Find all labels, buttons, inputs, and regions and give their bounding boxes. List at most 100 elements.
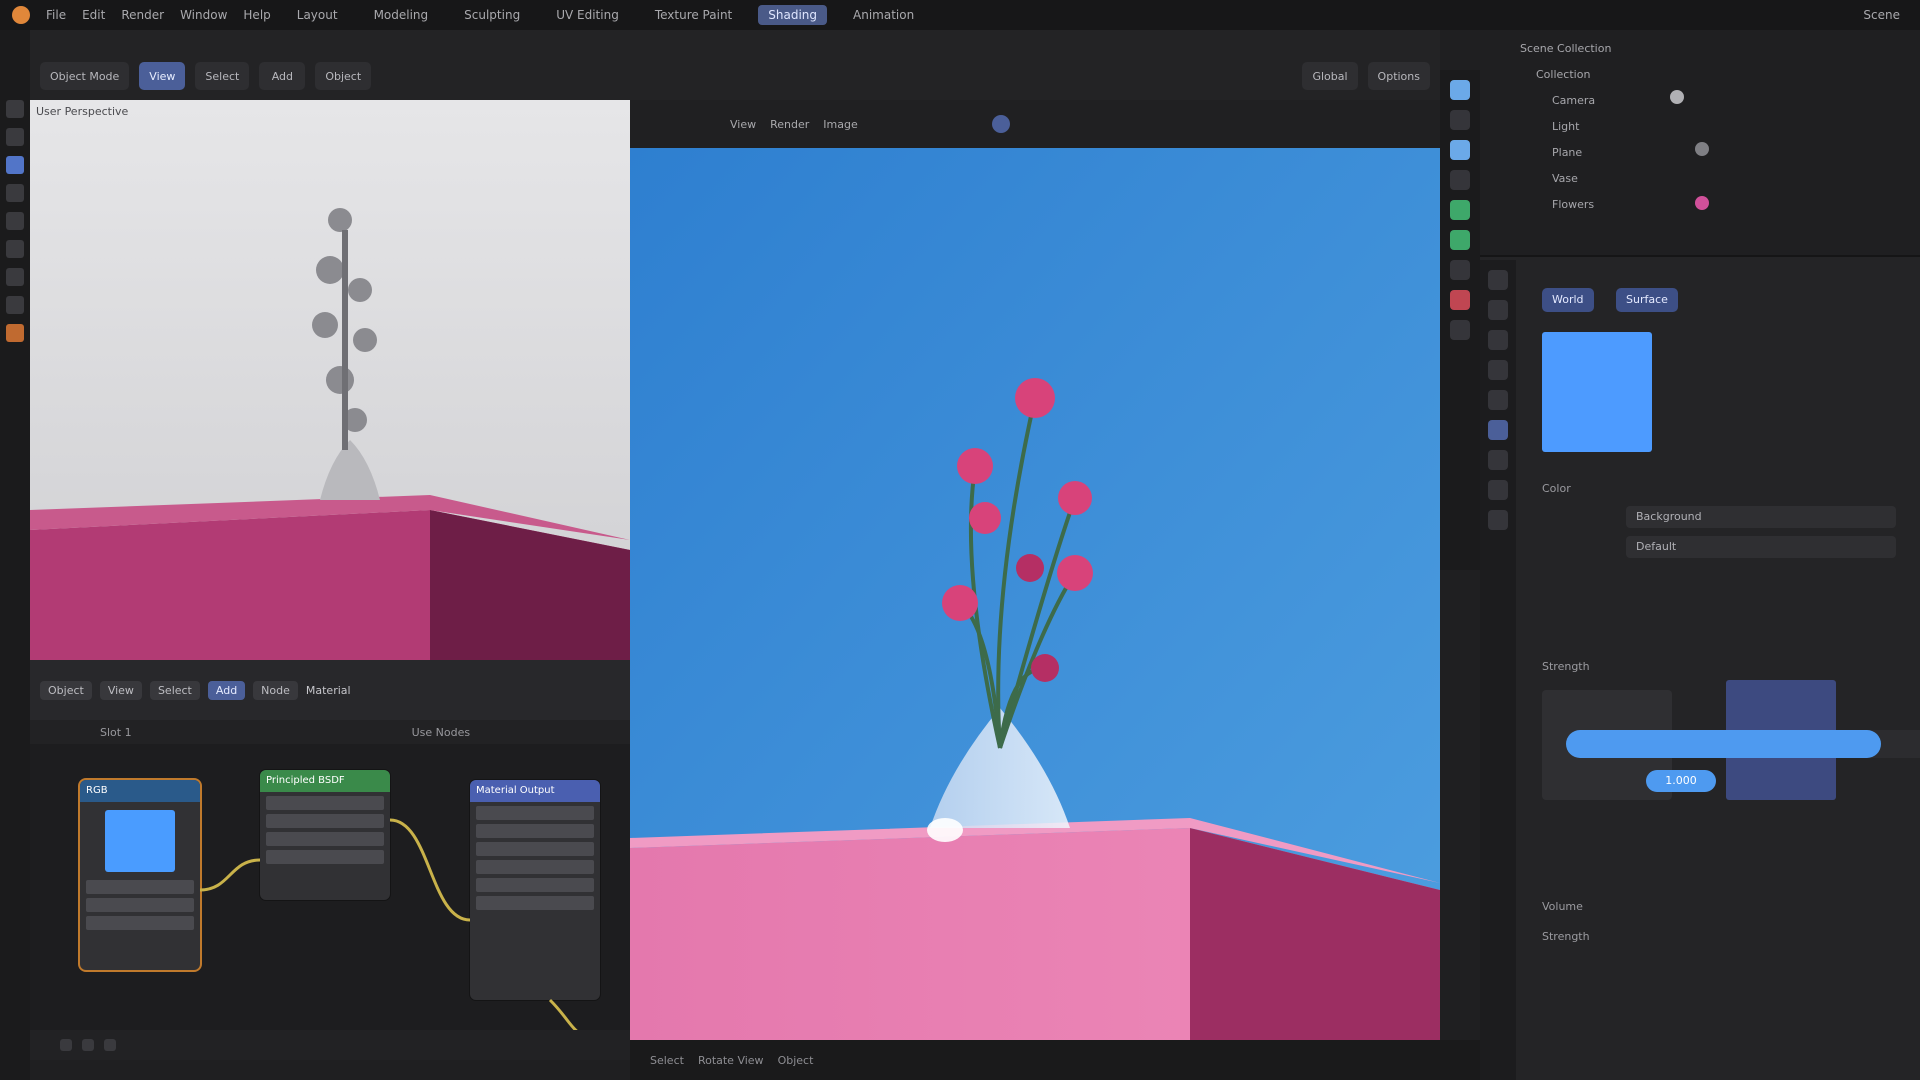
visibility-eye-icon[interactable]: [1670, 90, 1684, 104]
output-tab-icon[interactable]: [1488, 330, 1508, 350]
world-color-swatch[interactable]: [1542, 332, 1652, 452]
menu-help[interactable]: Help: [243, 8, 270, 22]
node-editor-subheader: Slot 1 Use Nodes: [30, 720, 630, 744]
measure-tool-icon[interactable]: [6, 296, 24, 314]
solid-viewport[interactable]: User Perspective: [30, 100, 630, 660]
node-editor[interactable]: Object View Select Add Node Material Slo…: [30, 660, 630, 1060]
add-cube-tool-icon[interactable]: [6, 324, 24, 342]
surface-default-field[interactable]: Default: [1626, 536, 1896, 558]
ortho-toggle-icon[interactable]: [1450, 170, 1470, 190]
annotate-tool-icon[interactable]: [6, 268, 24, 286]
surface-chip[interactable]: Surface: [1616, 288, 1678, 312]
use-nodes-label[interactable]: Use Nodes: [412, 726, 471, 739]
pan-icon[interactable]: [1450, 110, 1470, 130]
gizmo-icon[interactable]: [1450, 230, 1470, 250]
viewport-side-strip: [1440, 70, 1480, 570]
world-datablock[interactable]: World: [1542, 288, 1594, 312]
world-tab-icon[interactable]: [1488, 420, 1508, 440]
node-bsdf-row: [266, 814, 384, 828]
node-menu-object[interactable]: Object: [40, 680, 92, 700]
transform-tool-icon[interactable]: [6, 240, 24, 258]
material-name[interactable]: Material: [306, 684, 351, 697]
slot-label[interactable]: Slot 1: [100, 726, 132, 739]
node-rgb[interactable]: RGB: [80, 780, 200, 970]
node-rgb-row: [86, 880, 194, 894]
options-button[interactable]: Options: [1367, 62, 1430, 90]
node-output-row: [476, 896, 594, 910]
menu-edit[interactable]: Edit: [82, 8, 105, 22]
mode-select-button[interactable]: Object Mode: [40, 62, 130, 90]
outliner-item[interactable]: Plane: [1552, 146, 1582, 164]
workspace-tab-animation[interactable]: Animation: [843, 5, 924, 25]
surface-type-field[interactable]: Background: [1626, 506, 1896, 528]
overlay-icon[interactable]: [1450, 200, 1470, 220]
strength-slider[interactable]: [1566, 730, 1920, 758]
material-dot-icon[interactable]: [1695, 196, 1709, 210]
move-tool-icon[interactable]: [6, 156, 24, 174]
outliner-item[interactable]: Camera: [1552, 94, 1595, 112]
add-menu-button[interactable]: Add: [259, 62, 306, 90]
navigation-gizmo-icon[interactable]: [991, 115, 1010, 133]
slider-label: Strength: [1542, 930, 1590, 943]
workspace-tab-layout[interactable]: Layout: [287, 5, 348, 25]
camera-view-icon[interactable]: [1450, 140, 1470, 160]
rotate-tool-icon[interactable]: [6, 184, 24, 202]
zoom-icon[interactable]: [1450, 80, 1470, 100]
tool-tab-icon[interactable]: [1488, 270, 1508, 290]
menu-render[interactable]: Render: [121, 8, 164, 22]
node-menu-select[interactable]: Select: [149, 680, 200, 700]
scene-selector[interactable]: Scene: [1863, 8, 1900, 22]
select-tool-icon[interactable]: [6, 100, 24, 118]
material-tab-icon[interactable]: [1488, 510, 1508, 530]
node-rgb-color-swatch[interactable]: [105, 810, 175, 872]
object-tab-icon[interactable]: [1488, 450, 1508, 470]
footer-icon[interactable]: [82, 1039, 94, 1051]
scene-tab-icon[interactable]: [1488, 390, 1508, 410]
menubar: File Edit Render Window Help Layout Mode…: [0, 0, 1920, 30]
workspace-tab-texture-paint[interactable]: Texture Paint: [645, 5, 742, 25]
menu-window[interactable]: Window: [180, 8, 227, 22]
workspace-tab-modeling[interactable]: Modeling: [364, 5, 439, 25]
workspace-tab-shading[interactable]: Shading: [758, 5, 827, 25]
app-logo-icon[interactable]: [12, 6, 30, 24]
workspace-tab-uv-editing[interactable]: UV Editing: [546, 5, 629, 25]
scale-tool-icon[interactable]: [6, 212, 24, 230]
render-viewport[interactable]: View Render Image: [630, 100, 1440, 1040]
modifier-tab-icon[interactable]: [1488, 480, 1508, 500]
outliner-item[interactable]: Scene Collection: [1520, 42, 1611, 60]
visibility-eye-icon[interactable]: [1695, 142, 1709, 156]
strength-slider-fill: [1566, 730, 1881, 758]
outliner-item[interactable]: Flowers: [1552, 198, 1594, 216]
outliner: Scene Collection Collection Camera Light…: [1480, 30, 1920, 257]
node-material-output[interactable]: Material Output: [470, 780, 600, 1000]
render-menu-view[interactable]: View: [730, 118, 756, 131]
menu-file[interactable]: File: [46, 8, 66, 22]
outliner-item[interactable]: Collection: [1536, 68, 1590, 86]
select-menu-button[interactable]: Select: [195, 62, 250, 90]
strength-value[interactable]: 1.000: [1646, 770, 1716, 792]
node-menu-view[interactable]: View: [99, 680, 142, 700]
footer-icon[interactable]: [104, 1039, 116, 1051]
shading-rendered-icon[interactable]: [1450, 290, 1470, 310]
render-menu-render[interactable]: Render: [770, 118, 809, 131]
node-menu-node[interactable]: Node: [253, 680, 298, 700]
render-tab-icon[interactable]: [1488, 300, 1508, 320]
xray-icon[interactable]: [1450, 320, 1470, 340]
view-menu-button[interactable]: View: [139, 62, 186, 90]
shading-solid-icon[interactable]: [1450, 260, 1470, 280]
workspace-tab-sculpting[interactable]: Sculpting: [454, 5, 530, 25]
cursor-tool-icon[interactable]: [6, 128, 24, 146]
transform-orientation-button[interactable]: Global: [1302, 62, 1358, 90]
properties-tabs: [1480, 260, 1516, 1080]
node-output-row: [476, 842, 594, 856]
strength-label: Strength: [1542, 660, 1590, 673]
view-layer-tab-icon[interactable]: [1488, 360, 1508, 380]
node-menu-add[interactable]: Add: [207, 680, 246, 700]
footer-icon[interactable]: [60, 1039, 72, 1051]
outliner-item[interactable]: Vase: [1552, 172, 1578, 190]
outliner-item[interactable]: Light: [1552, 120, 1579, 138]
render-menu-image[interactable]: Image: [823, 118, 857, 131]
node-principled-bsdf[interactable]: Principled BSDF: [260, 770, 390, 900]
solid-viewport-header: User Perspective: [30, 100, 630, 122]
object-menu-button[interactable]: Object: [315, 62, 372, 90]
